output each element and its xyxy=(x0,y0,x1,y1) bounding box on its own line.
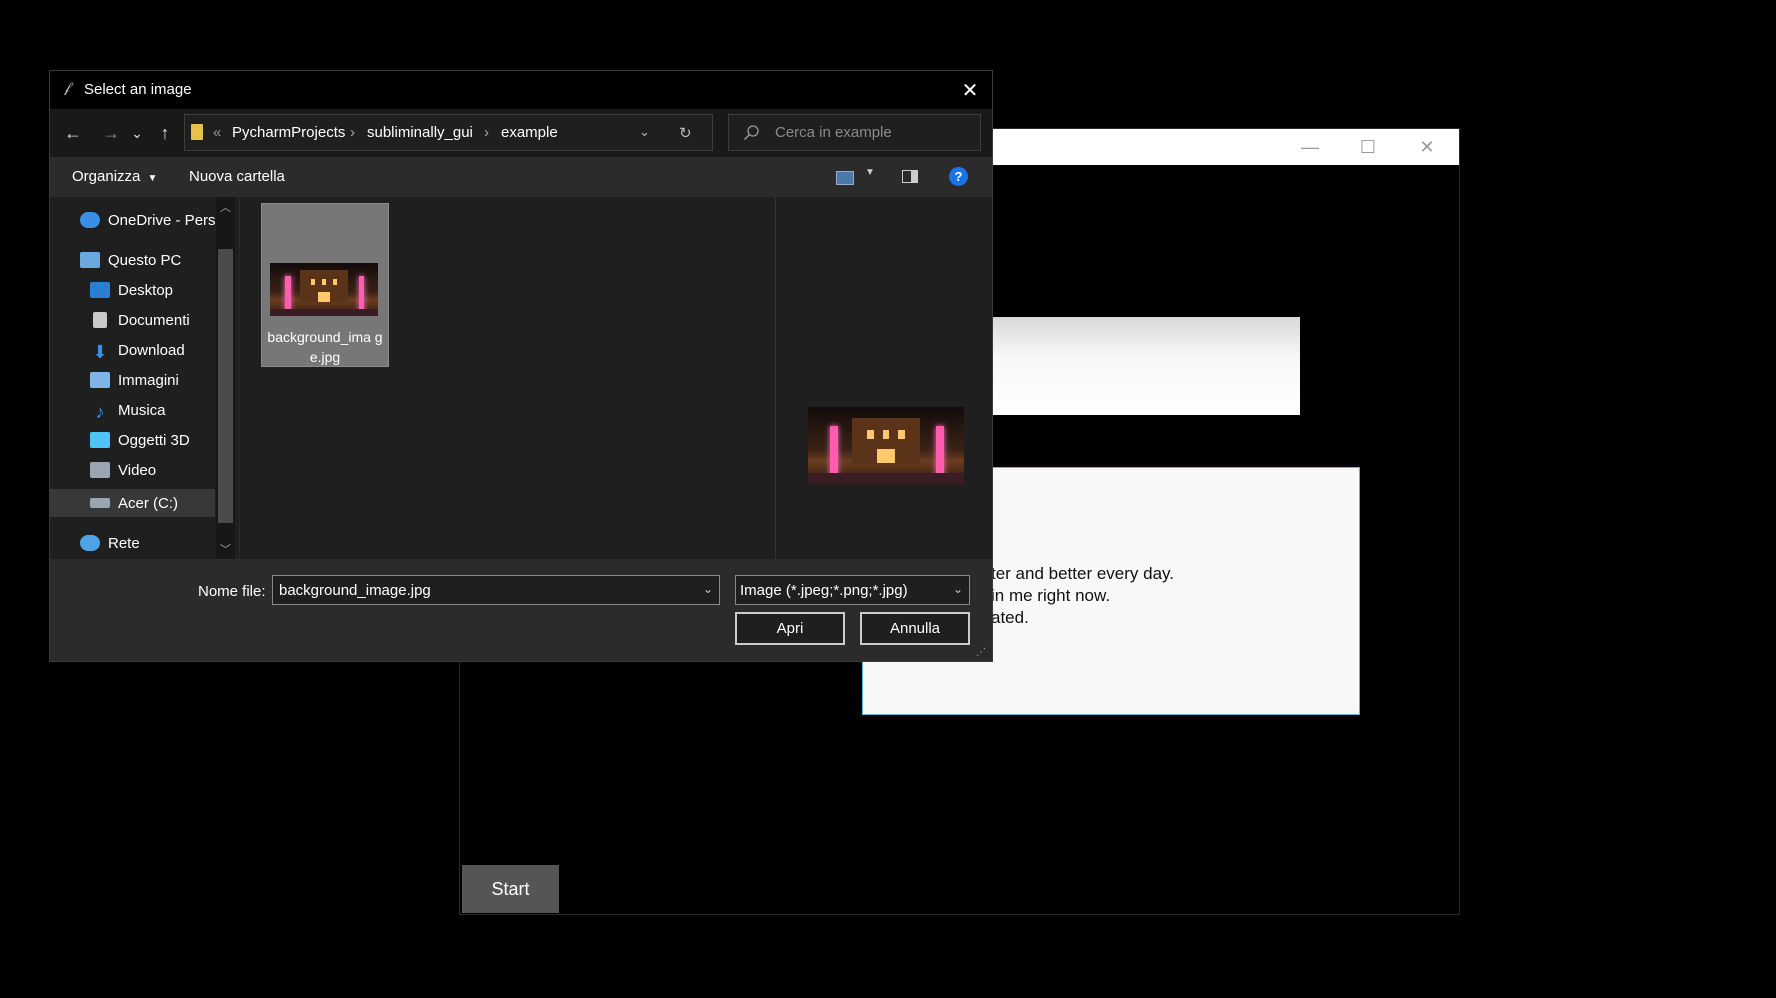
scrollbar-thumb[interactable] xyxy=(218,249,233,523)
sidebar-item-label: Desktop xyxy=(118,281,174,299)
organize-menu[interactable]: Organizza ▼ xyxy=(72,168,157,185)
filename-input[interactable] xyxy=(277,581,691,600)
breadcrumb-separator: › xyxy=(350,124,355,141)
affirmation-line: in me right now. xyxy=(991,586,1111,605)
feather-icon: 𝒻 xyxy=(64,79,71,95)
desktop-icon xyxy=(90,282,110,298)
download-icon: ⬇ xyxy=(92,342,108,362)
breadcrumb-item[interactable]: subliminally_gui xyxy=(367,124,473,141)
breadcrumb-overflow[interactable]: « xyxy=(213,124,221,141)
navigation-bar: ← → ⌄ ↑ « PycharmProjects › subliminally… xyxy=(50,109,992,157)
dialog-footer: Nome file: ⌄ Image (*.jpeg;*.png;*.jpg) … xyxy=(50,559,992,661)
affirmation-line: ter and better every day. xyxy=(991,564,1175,583)
image-preview xyxy=(808,407,964,484)
refresh-icon[interactable]: ↻ xyxy=(679,124,692,142)
preview-pane xyxy=(775,197,992,559)
chevron-down-icon[interactable]: ⌄ xyxy=(953,582,963,596)
video-icon xyxy=(90,462,110,478)
search-input[interactable] xyxy=(773,123,977,142)
recent-locations-chevron-icon[interactable]: ⌄ xyxy=(128,121,146,145)
open-button[interactable]: Apri xyxy=(735,612,845,645)
search-box[interactable] xyxy=(728,114,981,151)
sidebar-item-immagini[interactable]: Immagini xyxy=(90,367,179,393)
filetype-select[interactable]: Image (*.jpeg;*.png;*.jpg) ⌄ xyxy=(735,575,970,605)
navigation-pane: OneDrive - Perso Questo PC Desktop Docum… xyxy=(50,197,239,559)
sidebar-item-label: Oggetti 3D xyxy=(118,431,190,449)
address-bar[interactable]: « PycharmProjects › subliminally_gui › e… xyxy=(184,114,713,151)
new-folder-button[interactable]: Nuova cartella xyxy=(189,168,285,185)
drive-icon xyxy=(90,498,110,508)
sidebar-item-label: Questo PC xyxy=(108,251,182,269)
minimize-button[interactable]: — xyxy=(1281,129,1339,165)
sidebar-item-label: Acer (C:) xyxy=(118,494,178,512)
start-button[interactable]: Start xyxy=(462,865,559,913)
computer-icon xyxy=(80,252,100,268)
sidebar-item-label: Download xyxy=(118,341,185,359)
sidebar-item-rete[interactable]: Rete xyxy=(80,530,140,556)
organize-label: Organizza xyxy=(72,168,141,185)
breadcrumb-separator: › xyxy=(484,124,489,141)
scroll-up-arrow-icon[interactable]: ︿ xyxy=(220,199,231,215)
sidebar-item-label: Documenti xyxy=(118,311,190,329)
cancel-button[interactable]: Annulla xyxy=(860,612,970,645)
preview-pane-icon[interactable] xyxy=(902,170,918,183)
folder-icon xyxy=(191,124,203,140)
command-bar: Organizza ▼ Nuova cartella ▼ ? xyxy=(50,157,992,197)
sidebar-item-oggetti-3d[interactable]: Oggetti 3D xyxy=(90,427,190,453)
sidebar-item-label: Immagini xyxy=(118,371,179,389)
sidebar-item-video[interactable]: Video xyxy=(90,457,156,483)
filename-combobox[interactable]: ⌄ xyxy=(272,575,720,605)
address-dropdown-chevron-icon[interactable]: ⌄ xyxy=(639,124,650,140)
sidebar-item-musica[interactable]: ♪ Musica xyxy=(90,397,166,423)
filename-label: Nome file: xyxy=(198,583,266,600)
search-icon xyxy=(743,125,759,141)
maximize-button[interactable]: ☐ xyxy=(1339,129,1397,165)
forward-arrow-icon[interactable]: → xyxy=(98,121,124,145)
sidebar-item-label: Video xyxy=(118,461,157,479)
scroll-down-arrow-icon[interactable]: ﹀ xyxy=(220,541,231,557)
network-icon xyxy=(80,535,100,551)
documents-icon xyxy=(93,312,107,328)
sidebar-item-questo-pc[interactable]: Questo PC xyxy=(80,247,181,273)
sidebar-item-label: Musica xyxy=(118,401,166,419)
breadcrumb-item[interactable]: PycharmProjects xyxy=(232,124,345,141)
dropdown-caret-icon: ▼ xyxy=(147,173,158,184)
file-name-label: background_ima ge.jpg xyxy=(267,329,383,365)
sidebar-item-documenti[interactable]: Documenti xyxy=(90,307,190,333)
sidebar-item-acer-c[interactable]: Acer (C:) xyxy=(90,490,178,516)
sidebar-item-desktop[interactable]: Desktop xyxy=(90,277,173,303)
sidebar-item-download[interactable]: ⬇ Download xyxy=(90,337,185,363)
music-icon: ♪ xyxy=(95,402,105,422)
dialog-close-button[interactable]: ✕ xyxy=(950,75,990,105)
close-button[interactable]: ✕ xyxy=(1398,129,1456,165)
view-options-caret-icon[interactable]: ▼ xyxy=(865,167,875,178)
onedrive-icon xyxy=(80,212,100,228)
file-open-dialog: 𝒻 Select an image ✕ ← → ⌄ ↑ « PycharmPro… xyxy=(49,70,993,662)
help-icon[interactable]: ? xyxy=(949,167,968,186)
sidebar-item-label: Rete xyxy=(108,534,140,552)
view-mode-icon[interactable] xyxy=(836,171,854,185)
up-arrow-icon[interactable]: ↑ xyxy=(152,121,178,145)
dialog-titlebar: 𝒻 Select an image ✕ xyxy=(50,71,992,109)
sidebar-item-onedrive[interactable]: OneDrive - Perso xyxy=(80,207,224,233)
3d-objects-icon xyxy=(90,432,110,448)
resize-grip-icon[interactable]: ⋰ xyxy=(976,647,986,658)
back-arrow-icon[interactable]: ← xyxy=(60,121,86,145)
file-item[interactable]: background_ima ge.jpg xyxy=(261,203,389,367)
breadcrumb-item[interactable]: example xyxy=(501,124,558,141)
chevron-down-icon[interactable]: ⌄ xyxy=(703,582,713,596)
file-list: background_ima ge.jpg xyxy=(239,197,775,559)
sidebar-item-label: OneDrive - Perso xyxy=(108,211,224,229)
affirmation-line: ated. xyxy=(991,608,1029,627)
pictures-icon xyxy=(90,372,110,388)
dialog-title: Select an image xyxy=(84,81,192,98)
filetype-value: Image (*.jpeg;*.png;*.jpg) xyxy=(740,582,908,599)
image-thumbnail xyxy=(270,263,378,316)
